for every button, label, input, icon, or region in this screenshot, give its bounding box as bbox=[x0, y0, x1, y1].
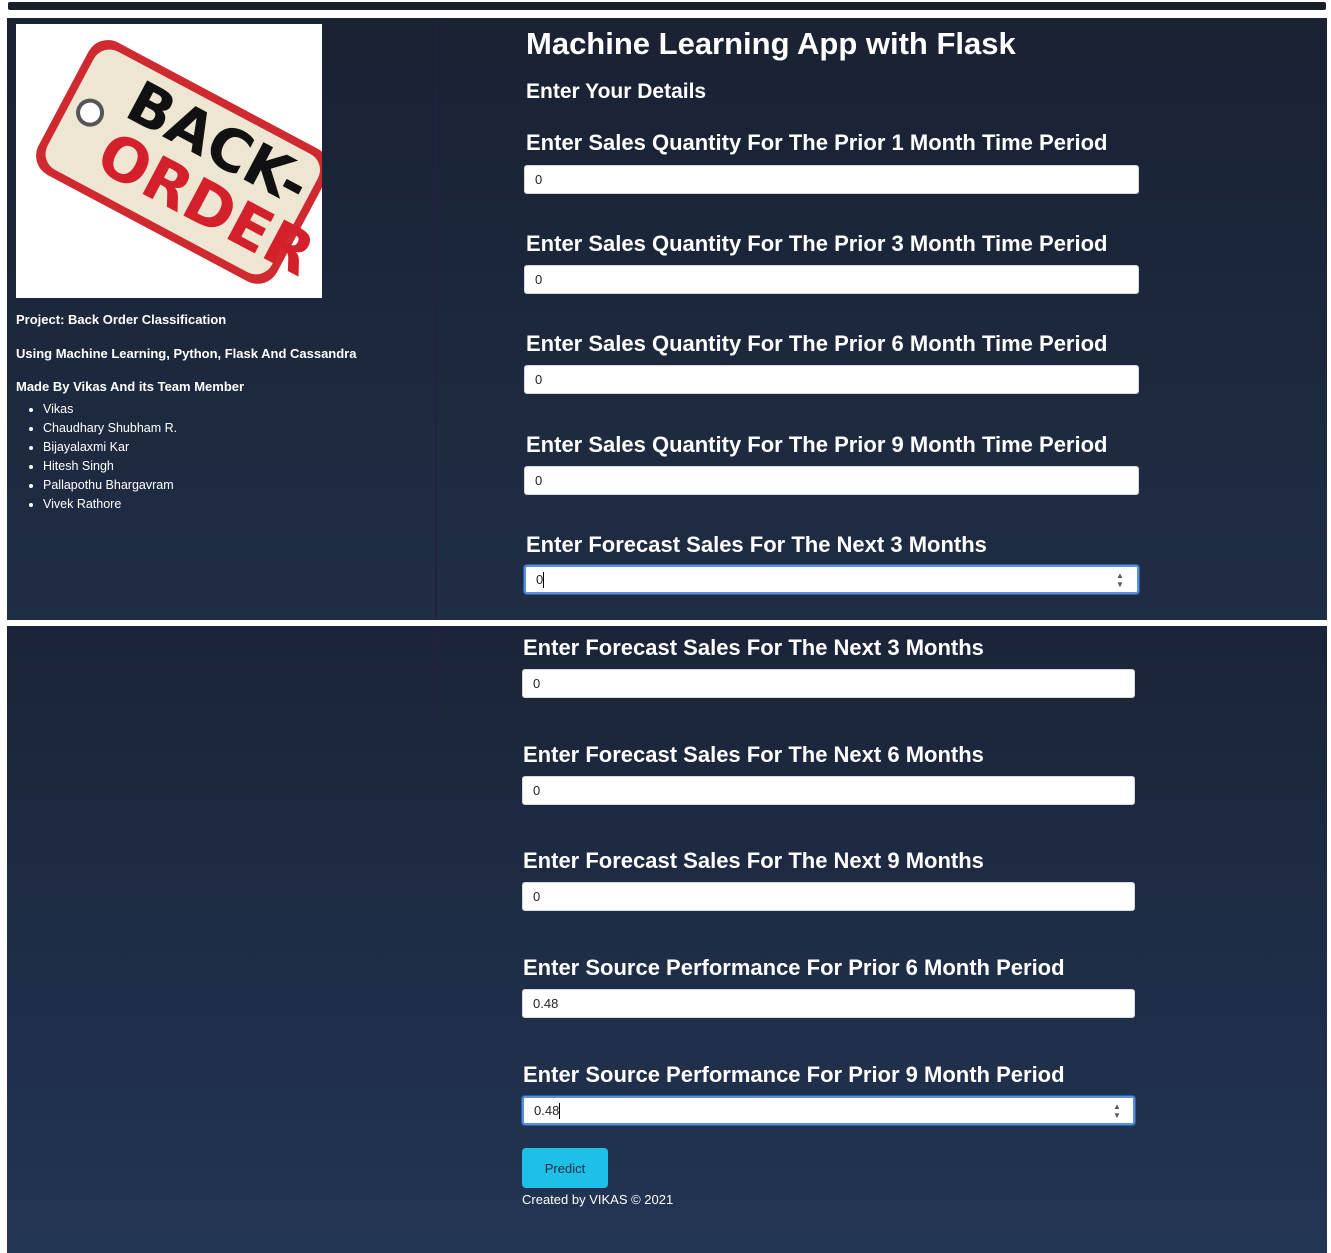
sales-9-month-input[interactable] bbox=[524, 466, 1139, 495]
perf-9-month-input[interactable] bbox=[522, 1096, 1135, 1125]
sales-3-month-input[interactable] bbox=[524, 265, 1139, 294]
forecast-9-month-input[interactable] bbox=[522, 882, 1135, 911]
team-member: Bijayalaxmi Kar bbox=[43, 438, 177, 457]
forecast-9-month-label: Enter Forecast Sales For The Next 9 Mont… bbox=[523, 848, 984, 873]
backorder-logo: BACK- ORDER bbox=[16, 24, 330, 298]
perf-6-month-input[interactable] bbox=[522, 989, 1135, 1018]
page-section-bottom: Enter Forecast Sales For The Next 3 Mont… bbox=[7, 626, 1327, 1253]
team-member: Hitesh Singh bbox=[43, 457, 177, 476]
sidebar-divider bbox=[435, 28, 437, 618]
page-section-top: BACK- ORDER Project: Back Order Classifi… bbox=[7, 18, 1327, 620]
sales-6-month-label: Enter Sales Quantity For The Prior 6 Mon… bbox=[526, 331, 1108, 356]
forecast-6-month-input[interactable] bbox=[522, 776, 1135, 805]
sales-3-month-label: Enter Sales Quantity For The Prior 3 Mon… bbox=[526, 231, 1108, 256]
predict-button[interactable]: Predict bbox=[522, 1148, 608, 1188]
forecast-3-month-input[interactable] bbox=[524, 565, 1139, 594]
number-spinner[interactable]: ▲ ▼ bbox=[1111, 1102, 1123, 1120]
team-member: Vivek Rathore bbox=[43, 495, 177, 514]
team-member: Chaudhary Shubham R. bbox=[43, 419, 177, 438]
number-spinner[interactable]: ▲ ▼ bbox=[1114, 571, 1126, 589]
project-name: Project: Back Order Classification bbox=[16, 312, 227, 327]
browser-bar bbox=[8, 2, 1326, 10]
team-member: Vikas bbox=[43, 400, 177, 419]
team-member-list: Vikas Chaudhary Shubham R. Bijayalaxmi K… bbox=[29, 400, 177, 514]
page-title: Machine Learning App with Flask bbox=[526, 26, 1016, 61]
sales-9-month-label: Enter Sales Quantity For The Prior 9 Mon… bbox=[526, 432, 1108, 457]
forecast-3-month-label: Enter Forecast Sales For The Next 3 Mont… bbox=[523, 635, 984, 660]
team-heading: Made By Vikas And its Team Member bbox=[16, 379, 245, 394]
browser-top-strip bbox=[0, 0, 1331, 12]
sales-1-month-input[interactable] bbox=[524, 165, 1139, 194]
forecast-3-month-input[interactable] bbox=[522, 669, 1135, 698]
sales-1-month-label: Enter Sales Quantity For The Prior 1 Mon… bbox=[526, 130, 1108, 155]
backorder-tag-image: BACK- ORDER bbox=[36, 40, 330, 290]
form-subtitle: Enter Your Details bbox=[526, 80, 707, 103]
perf-9-month-label: Enter Source Performance For Prior 9 Mon… bbox=[523, 1062, 1065, 1087]
text-caret bbox=[559, 1103, 560, 1119]
sidebar-divider bbox=[435, 626, 437, 731]
forecast-3-month-label: Enter Forecast Sales For The Next 3 Mont… bbox=[526, 532, 987, 557]
team-member: Pallapothu Bhargavram bbox=[43, 476, 177, 495]
forecast-6-month-label: Enter Forecast Sales For The Next 6 Mont… bbox=[523, 742, 984, 767]
sales-6-month-input[interactable] bbox=[524, 365, 1139, 394]
text-caret bbox=[543, 572, 544, 588]
footer-credit: Created by VIKAS © 2021 bbox=[522, 1192, 674, 1207]
perf-6-month-label: Enter Source Performance For Prior 6 Mon… bbox=[523, 955, 1065, 980]
tech-stack: Using Machine Learning, Python, Flask An… bbox=[16, 346, 357, 361]
